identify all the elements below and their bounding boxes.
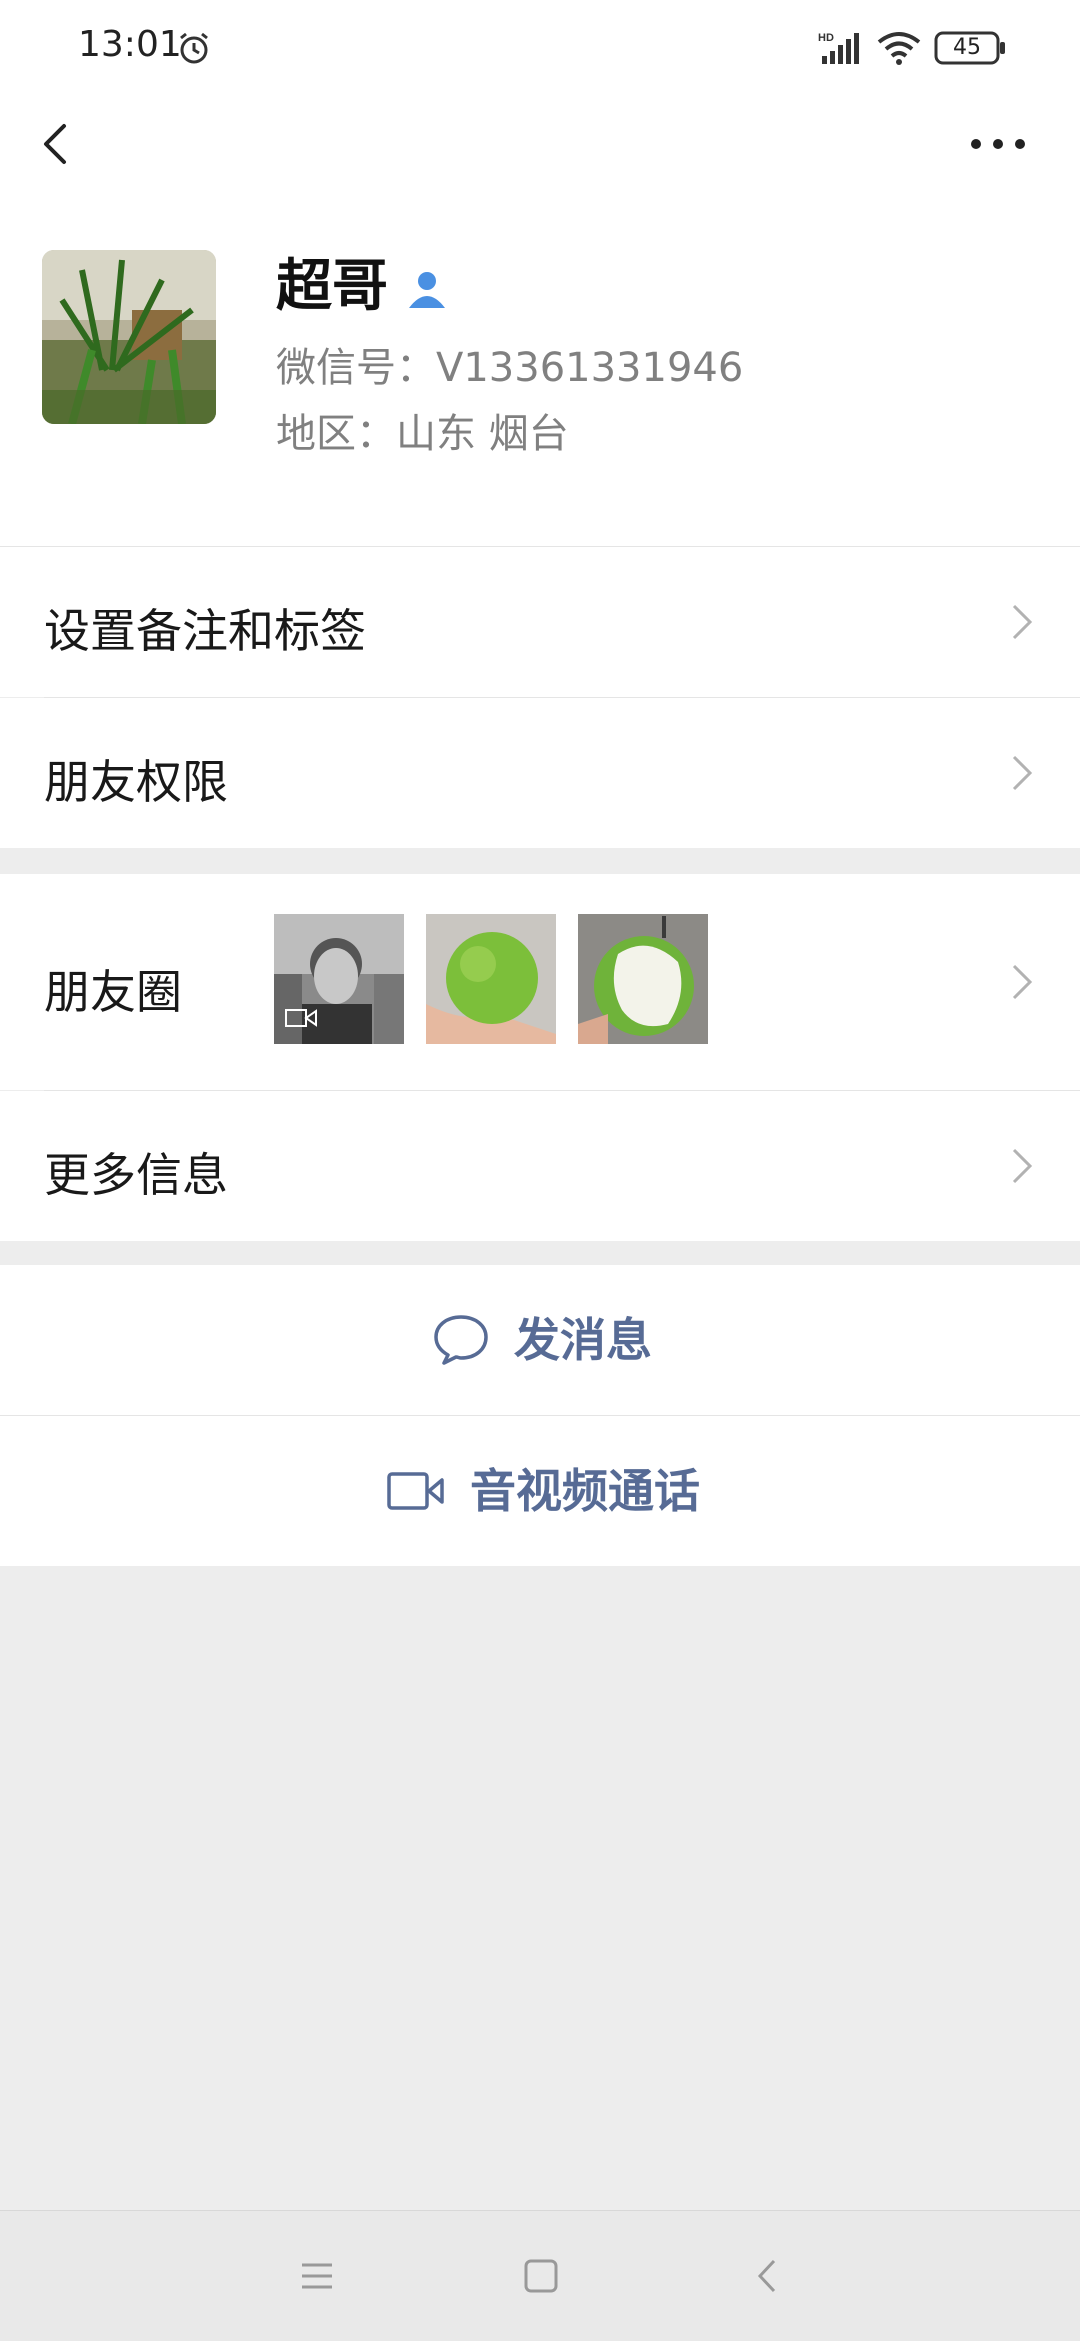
avatar[interactable] bbox=[42, 250, 216, 424]
chat-bubble-icon bbox=[434, 1315, 488, 1365]
alarm-icon bbox=[180, 32, 208, 64]
moments-thumbnail bbox=[426, 914, 556, 1044]
more-dots-icon[interactable] bbox=[966, 116, 1030, 172]
video-camera-icon bbox=[387, 1472, 444, 1510]
wifi-icon bbox=[877, 32, 921, 65]
nav-bar bbox=[0, 96, 1080, 192]
friend-permissions-label: 朋友权限 bbox=[44, 755, 228, 809]
moments-thumbnail bbox=[274, 914, 404, 1044]
back-icon[interactable] bbox=[744, 2251, 794, 2301]
send-message-button[interactable]: 发消息 bbox=[0, 1265, 1080, 1415]
home-icon[interactable] bbox=[516, 2251, 566, 2301]
chevron-right-icon bbox=[1012, 1148, 1033, 1184]
wechat-id: 微信号：V13361331946 bbox=[276, 345, 744, 391]
remarks-tags-label: 设置备注和标签 bbox=[44, 604, 366, 658]
svg-text:HD: HD bbox=[818, 32, 834, 44]
system-nav-bar bbox=[0, 2210, 1080, 2341]
menu-icon[interactable] bbox=[292, 2251, 342, 2301]
more-info-label: 更多信息 bbox=[44, 1148, 228, 1202]
remarks-tags-row[interactable]: 设置备注和标签 bbox=[0, 547, 1080, 697]
chevron-right-icon bbox=[1012, 964, 1033, 1000]
back-button[interactable] bbox=[30, 116, 86, 172]
video-call-label: 音视频通话 bbox=[470, 1464, 700, 1518]
status-bar: 13:01 HD 45 bbox=[0, 0, 1080, 96]
video-call-button[interactable]: 音视频通话 bbox=[0, 1416, 1080, 1566]
moments-thumbnail bbox=[578, 914, 708, 1044]
person-badge-icon bbox=[409, 272, 445, 308]
profile-header: 超哥 微信号：V13361331946 地区：山东 烟台 bbox=[0, 192, 1080, 546]
friend-permissions-row[interactable]: 朋友权限 bbox=[0, 698, 1080, 848]
moments-label: 朋友圈 bbox=[44, 965, 182, 1019]
more-info-row[interactable]: 更多信息 bbox=[0, 1091, 1080, 1241]
chevron-right-icon bbox=[1012, 604, 1033, 640]
moments-row[interactable]: 朋友圈 bbox=[0, 874, 1080, 1090]
send-message-label: 发消息 bbox=[514, 1313, 652, 1367]
profile-name: 超哥 bbox=[276, 254, 388, 319]
hd-signal-icon: HD bbox=[818, 32, 859, 64]
region: 地区：山东 烟台 bbox=[276, 411, 569, 457]
status-time: 13:01 bbox=[78, 24, 182, 65]
battery-level: 45 bbox=[953, 35, 981, 60]
chevron-right-icon bbox=[1012, 755, 1033, 791]
